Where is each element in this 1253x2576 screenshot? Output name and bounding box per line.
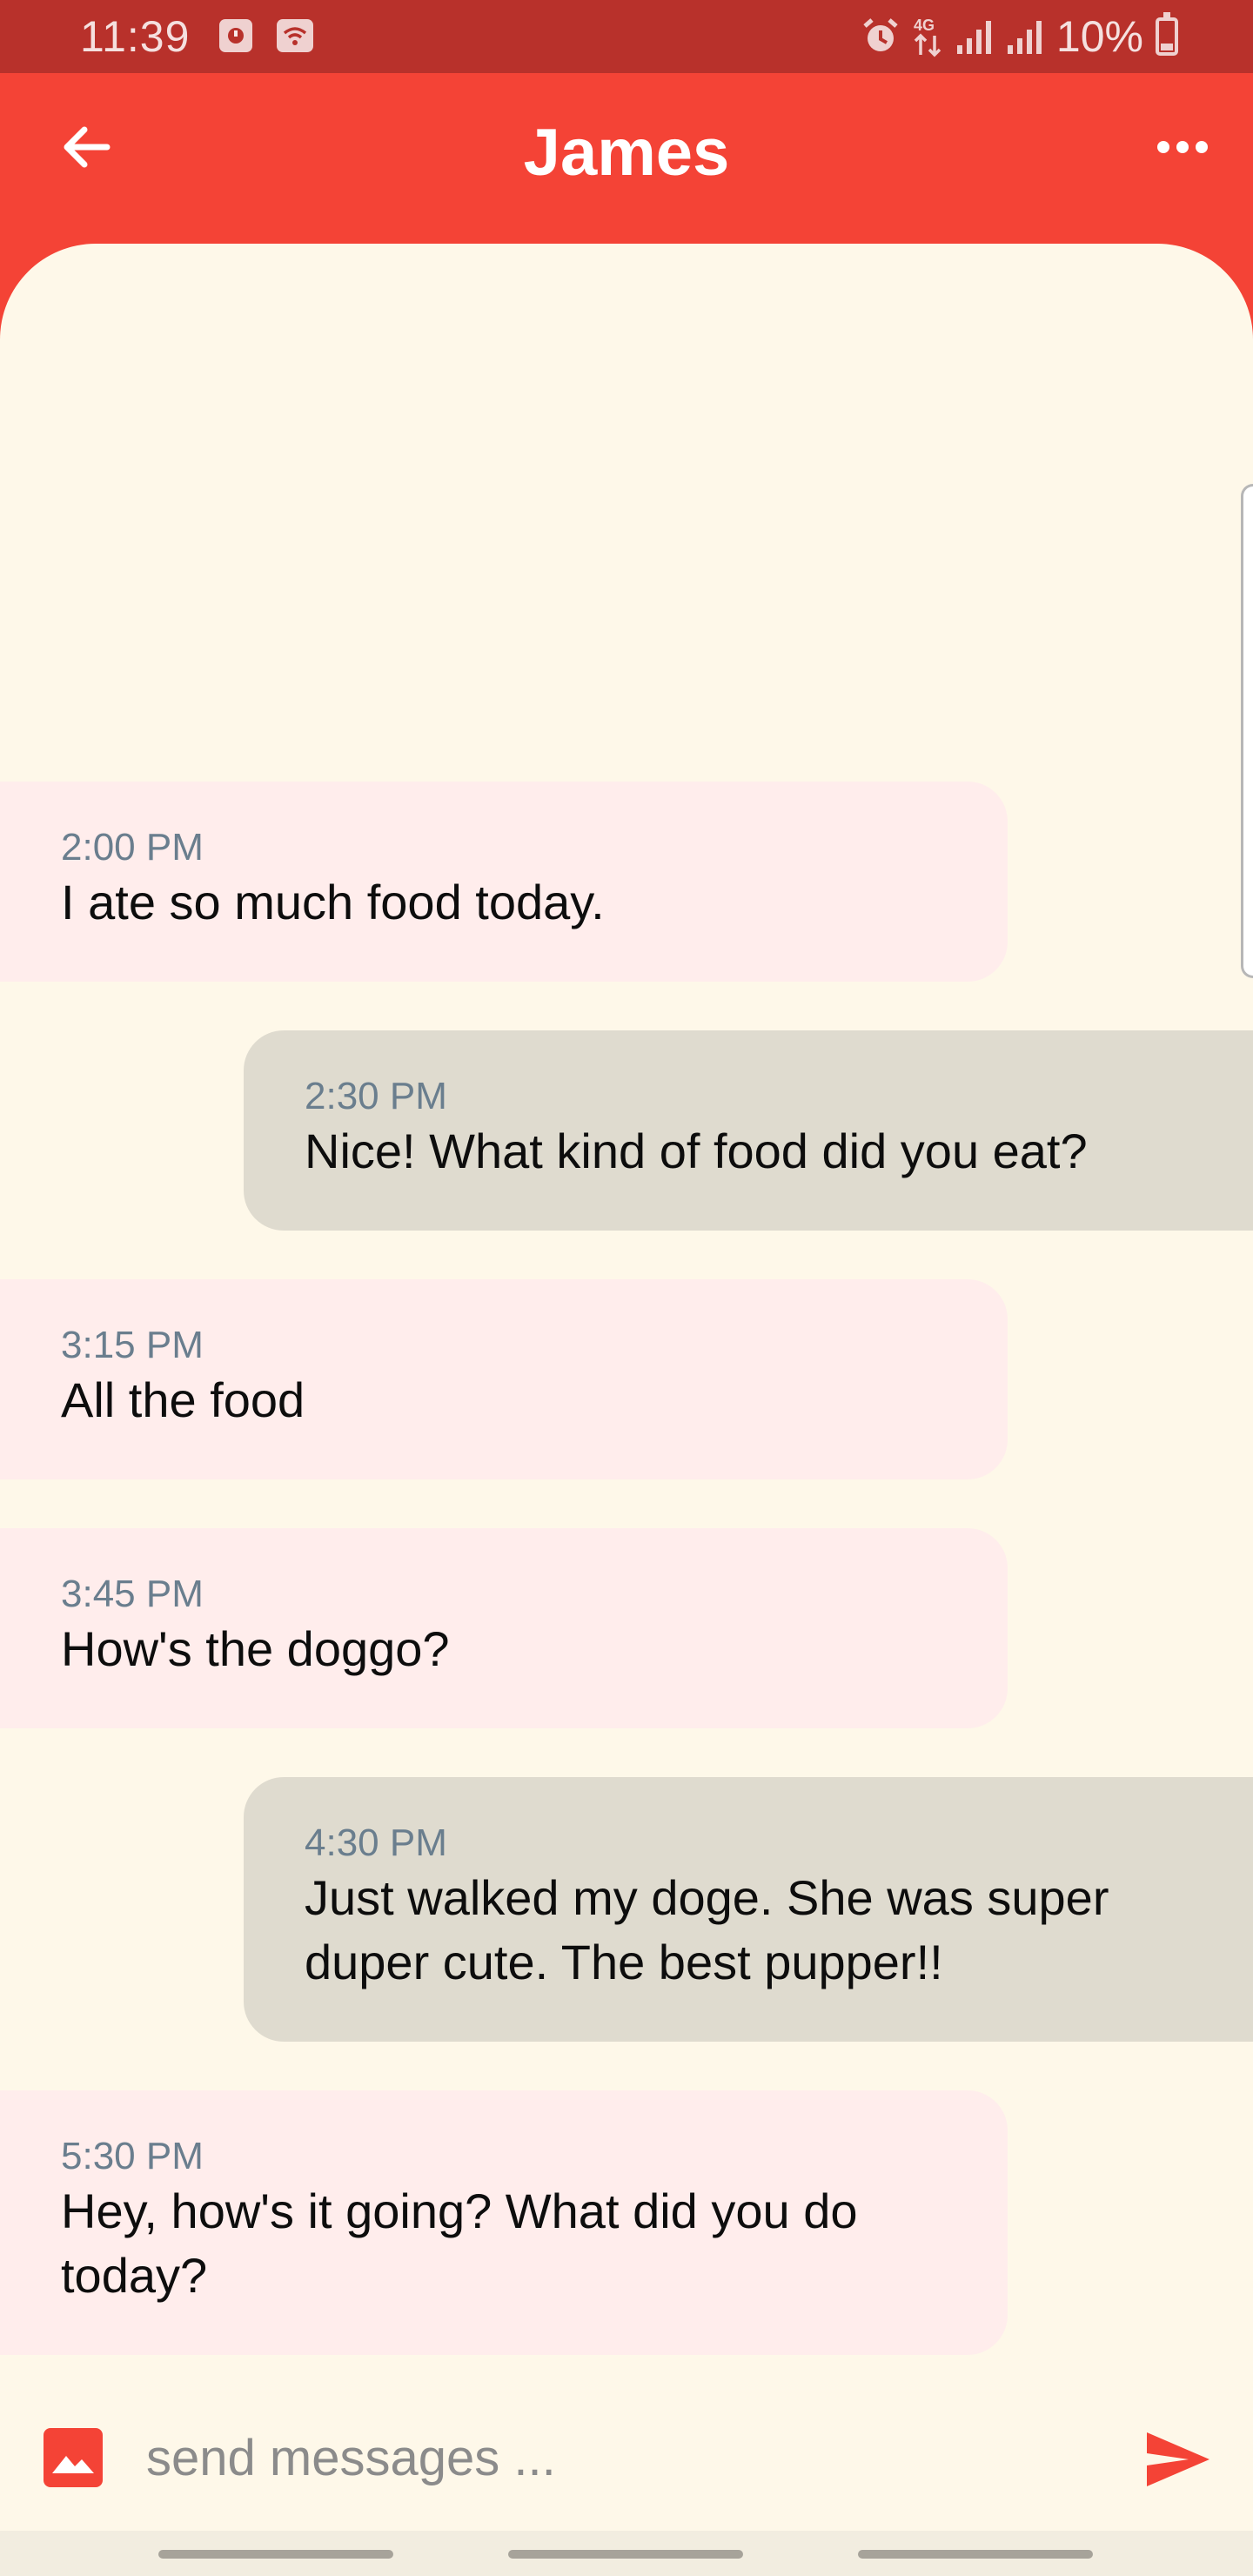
message-text: Nice! What kind of food did you eat? xyxy=(305,1124,1088,1178)
message-time: 2:30 PM xyxy=(305,1075,447,1117)
message-outgoing: 4:30 PM Just walked my doge. She was sup… xyxy=(244,1777,1253,2042)
nav-recents-handle[interactable] xyxy=(158,2550,393,2559)
nav-back-handle[interactable] xyxy=(858,2550,1093,2559)
4g-data-icon: 4G xyxy=(914,17,941,57)
svg-text:4G: 4G xyxy=(914,17,935,34)
nav-home-handle[interactable] xyxy=(508,2550,743,2559)
message-time: 3:15 PM xyxy=(61,1324,204,1366)
wifi-hotspot-icon xyxy=(277,19,313,52)
message-incoming: 3:15 PM All the food xyxy=(0,1279,1008,1479)
message-input[interactable] xyxy=(146,2423,1103,2492)
message-text: Hey, how's it going? What did you do tod… xyxy=(61,2184,858,2303)
message-text: How's the doggo? xyxy=(61,1621,450,1676)
message-incoming: 3:45 PM How's the doggo? xyxy=(0,1528,1008,1728)
battery-charging-icon xyxy=(1156,12,1178,56)
alarm-icon xyxy=(863,18,898,51)
app-bar: James xyxy=(0,73,1253,244)
signal-icon xyxy=(1007,21,1042,54)
media-icon xyxy=(219,19,252,52)
status-indicators: 4G 10% xyxy=(861,9,1178,64)
message-text: I ate so much food today. xyxy=(61,875,605,929)
message-time: 5:30 PM xyxy=(61,2135,204,2177)
send-icon xyxy=(1147,2432,1209,2486)
more-options-button[interactable] xyxy=(1143,108,1222,186)
system-navigation-bar xyxy=(0,2531,1253,2576)
image-icon xyxy=(52,2456,94,2473)
send-button[interactable] xyxy=(1142,2423,1215,2496)
message-time: 2:00 PM xyxy=(61,826,204,869)
attach-image-button[interactable] xyxy=(44,2428,103,2487)
message-outgoing: 2:30 PM Nice! What kind of food did you … xyxy=(244,1030,1253,1231)
message-composer xyxy=(0,2367,1253,2532)
battery-percentage: 10% xyxy=(1055,12,1143,61)
message-time: 4:30 PM xyxy=(305,1821,447,1864)
message-incoming: 2:00 PM I ate so much food today. xyxy=(0,782,1008,982)
message-incoming: 5:30 PM Hey, how's it going? What did yo… xyxy=(0,2090,1008,2355)
message-time: 3:45 PM xyxy=(61,1573,204,1615)
status-bar: 11:39 4G 10% xyxy=(0,0,1253,73)
message-text: Just walked my doge. She was super duper… xyxy=(305,1870,1109,1989)
more-horizontal-icon xyxy=(1157,141,1208,153)
scroll-handle[interactable] xyxy=(1241,484,1253,978)
message-text: All the food xyxy=(61,1372,305,1427)
chat-area[interactable]: 2:00 PM I ate so much food today. 2:30 P… xyxy=(0,244,1253,2531)
status-time: 11:39 xyxy=(80,12,191,61)
signal-icon xyxy=(956,21,991,54)
chat-title: James xyxy=(523,116,730,190)
